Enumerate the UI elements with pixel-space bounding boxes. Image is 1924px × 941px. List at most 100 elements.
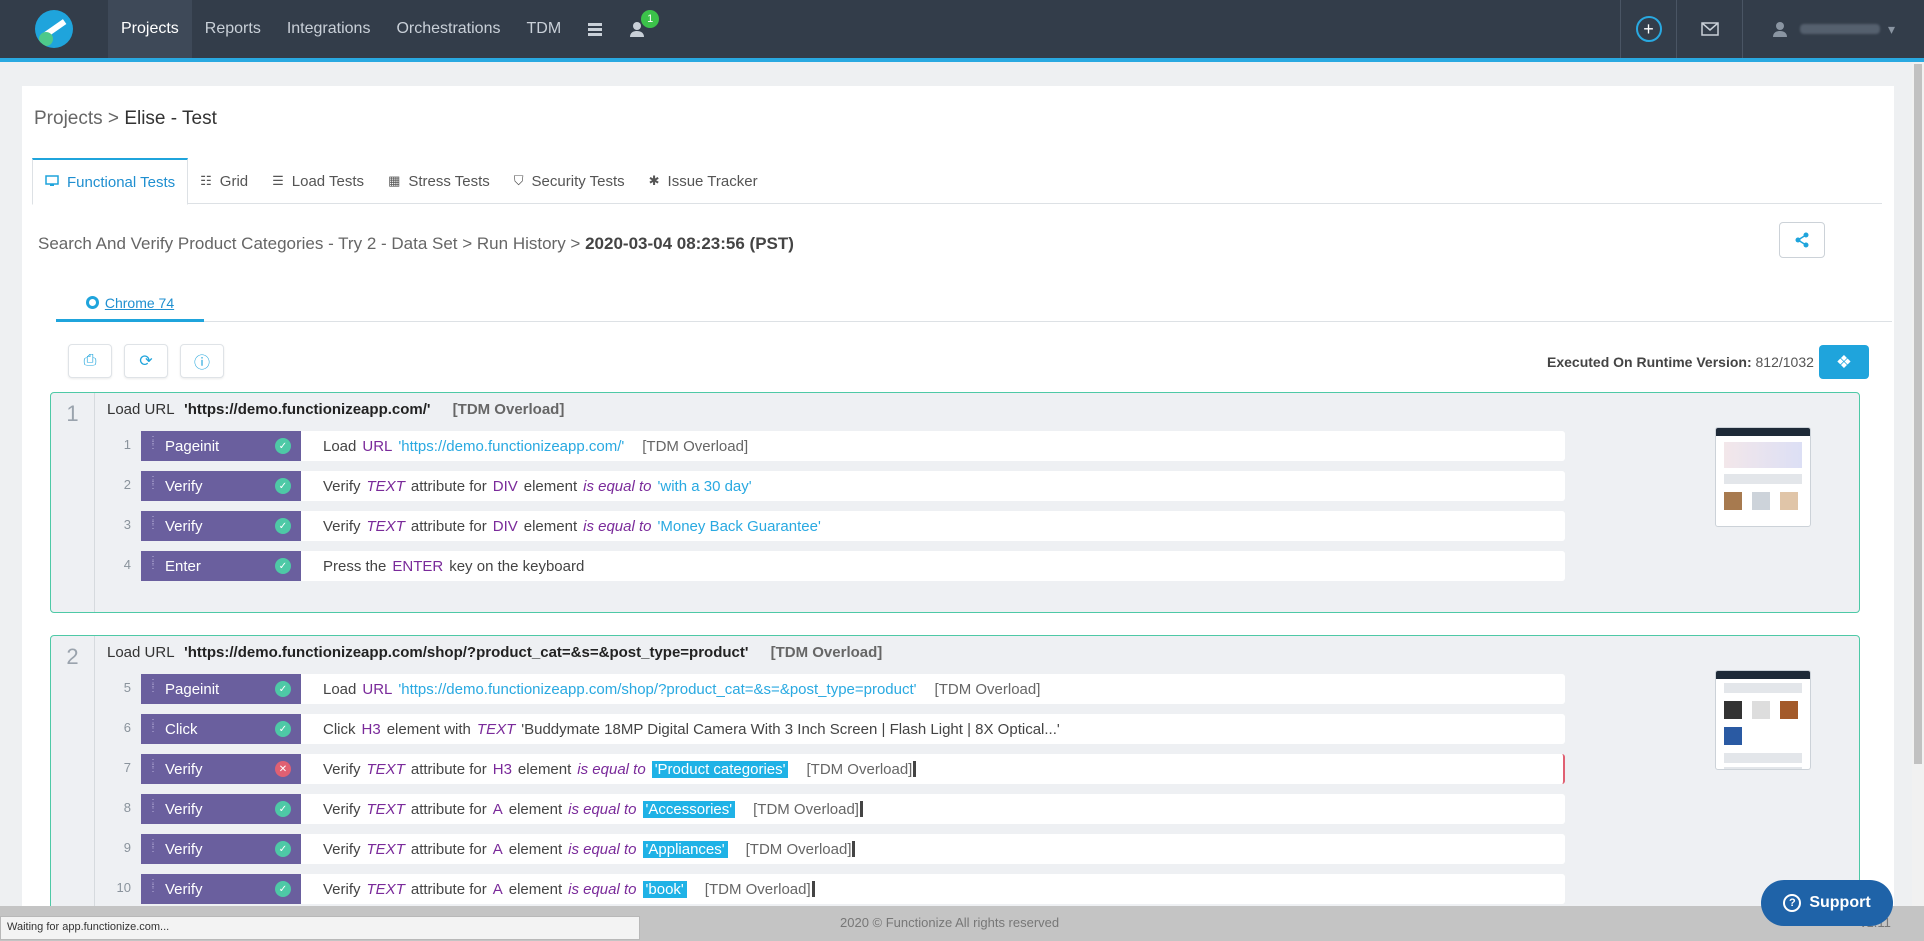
tab-issue-tracker[interactable]: ✱ Issue Tracker [637,158,770,204]
add-button[interactable]: + [1620,0,1676,58]
step-description: Press the ENTER key on the keyboard [301,551,1565,581]
step-operator: is equal to [568,800,637,818]
step-attr: TEXT [366,840,405,858]
tab-grid[interactable]: ☷ Grid [188,158,260,204]
tab-label: Grid [219,172,249,190]
support-button[interactable]: ? Support [1761,880,1893,926]
page-screenshot-thumbnail[interactable] [1715,670,1811,770]
step-action-badge: ⋮ ⋮ Pageinit ✓ [141,431,313,461]
user-menu[interactable]: ▾ [1742,0,1924,58]
group-url-keyword: URL [144,401,174,418]
group-url: 'https://demo.functionizeapp.com/shop/?p… [184,644,749,661]
group-number: 2 [51,636,95,924]
step-value: 'with a 30 day' [657,477,752,495]
step-attr: TEXT [476,720,516,738]
user-notifications-icon[interactable]: 1 [616,0,660,58]
step-text: attribute for [410,760,487,778]
chevron-down-icon: ▾ [1887,20,1896,37]
step-text: Verify [323,760,361,778]
step-action: Enter [165,557,201,575]
load-icon: ☰ [272,173,284,188]
nav-integrations[interactable]: Integrations [274,0,384,58]
step-number: 5 [123,680,131,695]
step-text: element [523,477,578,495]
group-tdm: [TDM Overload] [770,644,883,661]
fail-icon: ✕ [275,761,291,777]
step-row[interactable]: 1 ⋮ ⋮ Pageinit ✓ Load URL 'https://demo.fun… [124,431,1565,461]
breadcrumb-current: Elise - Test [124,108,217,129]
page-screenshot-thumbnail[interactable] [1715,427,1811,527]
step-keyword: ENTER [392,557,444,575]
step-row[interactable]: 5 ⋮ ⋮ Pageinit ✓ Load URL 'https://demo.fun… [124,674,1565,704]
step-action-badge: ⋮ ⋮ Verify ✓ [141,794,313,824]
step-text: key on the keyboard [449,557,585,575]
browser-tabs: Chrome 74 [56,286,1892,322]
step-text: Load [323,680,357,698]
browser-status-bar: Waiting for app.functionize.com... [0,916,640,940]
step-operator: is equal to [583,477,652,495]
step-number: 10 [116,880,131,895]
check-icon: ✓ [275,801,291,817]
monitor-icon [45,174,59,190]
step-number: 4 [123,557,131,572]
step-row[interactable]: 9 ⋮ ⋮ Verify ✓ Verify TEXT attribute for A … [124,834,1565,864]
step-value: 'https://demo.functionizeapp.com/shop/?p… [398,680,917,698]
step-number: 3 [123,517,131,532]
step-row[interactable]: 6 ⋮ ⋮ Click ✓ Click H3 element with TEXT 'B… [124,714,1565,744]
runtime-button[interactable]: ❖ [1819,345,1869,379]
step-action: Verify [165,880,203,898]
nav-orchestrations[interactable]: Orchestrations [383,0,513,58]
step-keyword: H3 [361,720,381,738]
step-keyword: URL [362,437,393,455]
group-header: Load URL 'https://demo.functionizeapp.co… [107,644,882,661]
step-text: attribute for [410,517,487,535]
breadcrumb-projects[interactable]: Projects [34,108,103,129]
functionize-logo[interactable] [24,9,84,49]
step-action: Verify [165,517,203,535]
tab-chrome-74[interactable]: Chrome 74 [56,286,204,322]
check-icon: ✓ [275,721,291,737]
page-scrollbar[interactable] [1912,62,1924,906]
step-description: Load URL 'https://demo.functionizeapp.co… [301,431,1565,461]
tab-stress-tests[interactable]: ▦ Stress Tests [376,158,502,204]
step-text: attribute for [410,800,487,818]
step-row[interactable]: 4 ⋮ ⋮ Enter ✓ Press the ENTER key on the ke… [124,551,1565,581]
step-row[interactable]: 8 ⋮ ⋮ Verify ✓ Verify TEXT attribute for A … [124,794,1565,824]
nav-projects[interactable]: Projects [108,0,192,58]
main-panel: Projects > Elise - Test Functional Tests… [22,86,1894,925]
mail-icon[interactable] [1676,0,1742,58]
step-operator: is equal to [577,760,646,778]
refresh-icon: ⟳ [139,353,153,370]
step-keyword: A [492,880,503,898]
step-highlight-value: 'Accessories' [642,800,736,818]
step-row[interactable]: 3 ⋮ ⋮ Verify ✓ Verify TEXT attribute for DI… [124,511,1565,541]
step-text: attribute for [410,880,487,898]
step-action-badge: ⋮ ⋮ Enter ✓ [141,551,313,581]
group-load-keyword: Load [107,644,141,661]
pdf-export-button[interactable]: ⎙ [68,344,112,378]
step-row[interactable]: 2 ⋮ ⋮ Verify ✓ Verify TEXT attribute for DI… [124,471,1565,501]
tab-security-tests[interactable]: ⛉ Security Tests [502,158,637,204]
runtime-label: Executed On Runtime Version: [1547,354,1752,370]
breadcrumb: Projects > Elise - Test [34,108,217,130]
step-value: 'Money Back Guarantee' [657,517,821,535]
step-tdm: [TDM Overload] [753,800,859,818]
refresh-button[interactable]: ⟳ [124,344,168,378]
step-row-failed[interactable]: 7 ⋮ ⋮ Verify ✕ Verify TEXT attribute for H3… [124,754,1565,784]
step-action-badge: ⋮ ⋮ Click ✓ [141,714,313,744]
step-row[interactable]: 10 ⋮ ⋮ Verify ✓ Verify TEXT attribute for A… [117,874,1565,904]
step-tdm: [TDM Overload] [704,880,811,898]
info-button[interactable]: ⓘ [180,344,224,378]
check-icon: ✓ [275,438,291,454]
database-icon[interactable] [574,0,616,58]
tab-functional-tests[interactable]: Functional Tests [32,158,189,205]
share-button[interactable] [1779,222,1825,258]
step-action: Verify [165,760,203,778]
step-tdm: [TDM Overload] [642,437,749,455]
top-navbar: Projects Reports Integrations Orchestrat… [0,0,1924,62]
nav-tdm[interactable]: TDM [513,0,574,58]
tab-load-tests[interactable]: ☰ Load Tests [260,158,376,204]
step-operator: is equal to [568,840,637,858]
shield-icon: ⛉ [513,173,524,188]
nav-reports[interactable]: Reports [192,0,274,58]
